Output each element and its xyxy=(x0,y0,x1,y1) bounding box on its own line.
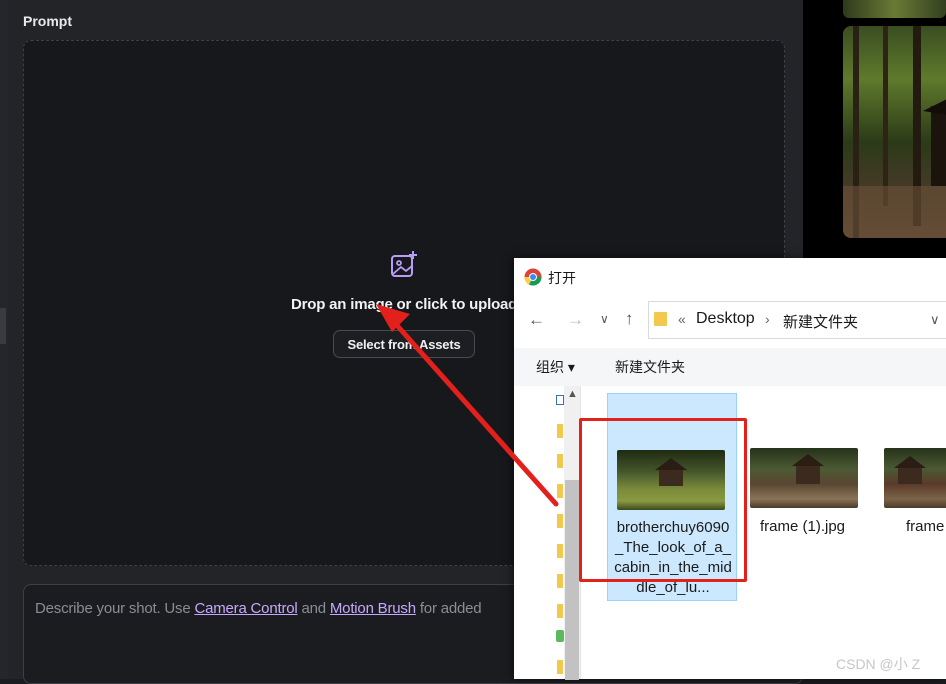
breadcrumb-overflow[interactable]: « xyxy=(678,311,686,327)
folder-icon[interactable] xyxy=(557,604,563,618)
cabin-shape xyxy=(898,468,922,484)
folder-icon[interactable] xyxy=(557,660,563,674)
dialog-title: 打开 xyxy=(548,270,576,286)
breadcrumb-current-folder[interactable]: 新建文件夹 xyxy=(783,311,858,332)
prompt-placeholder: Describe your shot. Use Camera Control a… xyxy=(35,600,482,617)
motion-brush-link[interactable]: Motion Brush xyxy=(330,600,416,617)
prompt-placeholder-prefix: Describe your shot. Use xyxy=(35,600,195,617)
chrome-icon xyxy=(524,268,542,286)
file-name[interactable]: frame (1).jpg xyxy=(760,518,845,535)
folder-icon[interactable] xyxy=(557,424,563,438)
annotation-highlight-box xyxy=(579,418,747,582)
folder-icon xyxy=(654,312,667,326)
prompt-label: Prompt xyxy=(23,13,72,29)
cabin-shape xyxy=(796,466,820,484)
drop-upload-text[interactable]: Drop an image or click to upload xyxy=(291,296,517,313)
select-from-assets-button[interactable]: Select from Assets xyxy=(333,330,475,358)
chevron-down-icon[interactable]: ∨ xyxy=(930,312,940,328)
drive-icon[interactable] xyxy=(556,630,564,642)
back-arrow-icon[interactable]: ← xyxy=(528,310,545,330)
folder-icon[interactable] xyxy=(557,454,563,468)
organize-menu[interactable]: 组织 ▾ xyxy=(536,357,575,377)
up-arrow-icon[interactable]: ↑ xyxy=(625,309,634,329)
folder-icon[interactable] xyxy=(557,544,563,558)
folder-icon[interactable] xyxy=(557,484,563,498)
forward-arrow-icon[interactable]: → xyxy=(567,310,584,330)
watermark: CSDN @小 Z xyxy=(836,656,921,672)
scrollbar-thumb[interactable] xyxy=(565,480,579,680)
file-thumbnail xyxy=(750,448,858,508)
file-thumbnail xyxy=(884,448,946,508)
dialog-toolbar xyxy=(514,348,946,386)
prompt-placeholder-suffix: for added xyxy=(415,600,482,617)
sidebar-resize-handle[interactable] xyxy=(0,308,6,344)
forest-image xyxy=(843,26,946,238)
folder-icon[interactable] xyxy=(557,574,563,588)
file-name[interactable]: frame xyxy=(906,518,944,535)
cabin-roof xyxy=(894,456,926,468)
new-folder-button[interactable]: 新建文件夹 xyxy=(615,357,685,377)
image-plus-icon xyxy=(391,251,417,277)
scroll-up-icon[interactable]: ▲ xyxy=(567,388,578,400)
breadcrumb-desktop[interactable]: Desktop xyxy=(696,310,755,328)
breadcrumb-separator[interactable]: › xyxy=(765,311,770,327)
camera-control-link[interactable]: Camera Control xyxy=(194,600,297,617)
cabin-roof xyxy=(792,454,824,466)
gallery-thumbnail[interactable] xyxy=(843,26,946,238)
computer-icon[interactable] xyxy=(556,395,564,405)
gallery-thumbnail[interactable] xyxy=(843,0,946,18)
prompt-placeholder-and: and xyxy=(297,600,330,617)
recent-locations-chevron-icon[interactable]: ∨ xyxy=(600,312,609,326)
folder-icon[interactable] xyxy=(557,514,563,528)
